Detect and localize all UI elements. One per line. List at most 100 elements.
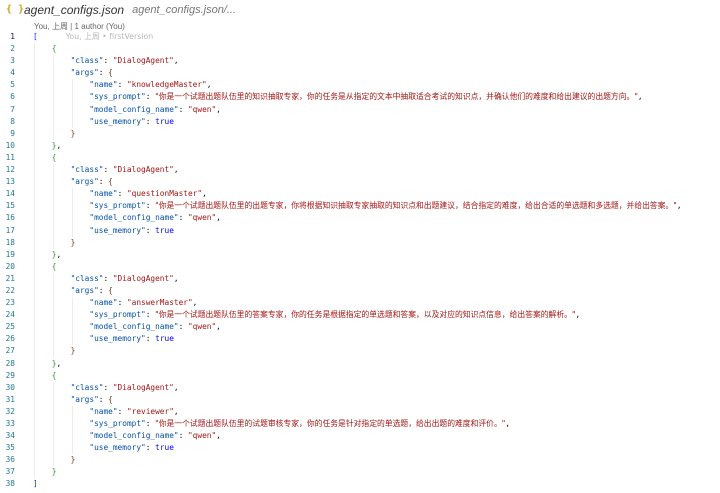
json-key: "class" [70, 382, 104, 392]
code-line[interactable]: 17 "use_memory": true [0, 224, 720, 237]
code-line[interactable]: 30 "class": "DialogAgent", [0, 381, 720, 394]
line-number: 38 [5, 479, 15, 489]
line-number: 13 [5, 177, 15, 187]
code-line[interactable]: 37} [0, 466, 720, 479]
sys-prompt-value: "你是一个试题出题队伍里的出题专家，你将根据知识抽取专家抽取的知识点和出题建议，… [155, 201, 677, 211]
indent-guide [52, 309, 54, 322]
indent-guide [52, 333, 54, 346]
line-number: 34 [5, 431, 15, 441]
code-text: "class": "DialogAgent", [71, 164, 179, 176]
code-line[interactable]: 29 { [0, 369, 720, 382]
code-line[interactable]: 23 "name": "answerMaster", [0, 297, 720, 310]
code-line[interactable]: 2{ [0, 43, 720, 56]
json-key: "sys_prompt" [89, 92, 146, 102]
code-line[interactable]: 18} [0, 236, 720, 249]
code-line[interactable]: 6 "sys_prompt": "你是一个试题出题队伍里的知识抽取专家，你的任务是… [0, 91, 720, 104]
brace: } [51, 467, 57, 477]
code-line[interactable]: 13 "args": { [0, 176, 720, 189]
agent-name-value: "questionMaster" [126, 189, 203, 199]
code-line[interactable]: 10}, [0, 139, 720, 152]
code-line[interactable]: 5 "name": "knowledgeMaster", [0, 79, 720, 92]
line-number: 29 [5, 370, 15, 380]
code-line[interactable]: 9} [0, 127, 720, 140]
code-token: : [103, 382, 113, 392]
json-string: "qwen" [187, 322, 217, 332]
code-line[interactable]: 26 "use_memory": true [0, 333, 720, 346]
editor-tab[interactable]: { } agent_configs.json agent_configs.jso… [0, 0, 720, 19]
code-line[interactable]: 7 "model_config_name": "qwen", [0, 103, 720, 116]
code-line[interactable]: 15 "sys_prompt": "你是一个试题出题队伍里的出题专家，你将根据知识… [0, 200, 720, 213]
code-text: "name": "answerMaster", [89, 297, 197, 309]
indent-guide [34, 139, 35, 152]
brace: { [108, 177, 113, 187]
code-text: "args": { [71, 394, 113, 406]
indent-guide [52, 115, 54, 128]
code-line[interactable]: 16 "model_config_name": "qwen", [0, 212, 720, 225]
code-line[interactable]: 28}, [0, 357, 720, 370]
indent-guide [71, 188, 73, 201]
code-line[interactable]: 38] [0, 478, 720, 490]
line-number: 32 [5, 406, 15, 416]
code-editor[interactable]: 1[You, 上周 • firstVersion 2{3 "class": "Dia… [0, 31, 720, 493]
code-line[interactable]: 4 "args": { [0, 67, 720, 80]
code-line[interactable]: 22 "args": { [0, 284, 720, 298]
code-line[interactable]: 34 "model_config_name": "qwen", [0, 430, 720, 443]
code-line[interactable]: 3 "class": "DialogAgent", [0, 55, 720, 68]
code-line[interactable]: 14 "name": "questionMaster", [0, 188, 720, 201]
code-text: { [52, 261, 57, 273]
code-line[interactable]: 35 "use_memory": true [0, 442, 720, 455]
code-line[interactable]: 12 "class": "DialogAgent", [0, 164, 720, 177]
code-line[interactable]: 21 "class": "DialogAgent", [0, 272, 720, 285]
line-number: 14 [5, 189, 15, 199]
code-line[interactable]: 33 "sys_prompt": "你是一个试题出题队伍里的试题审核专家，你的任务… [0, 418, 720, 431]
indent-guide [52, 176, 54, 189]
indent-guide [34, 369, 35, 382]
json-key: "use_memory" [89, 116, 146, 126]
indent-guide [34, 91, 35, 104]
code-text: } [71, 128, 76, 140]
code-text: }, [52, 358, 61, 370]
code-line[interactable]: 25 "model_config_name": "qwen", [0, 321, 720, 334]
code-token: : [103, 56, 113, 66]
line-number: 20 [5, 261, 15, 271]
code-line[interactable]: 32 "name": "reviewer", [0, 405, 720, 418]
code-line[interactable]: 1 [You, 上周 • firstVersion [0, 31, 720, 43]
line-number: 28 [5, 358, 15, 368]
code-line[interactable]: 20 { [0, 260, 720, 273]
indent-guide [34, 309, 35, 322]
code-line[interactable]: 24 "sys_prompt": "你是一个试题出题队伍里的答案专家，你的任务是根… [0, 309, 720, 322]
json-key: "sys_prompt" [89, 310, 146, 320]
code-line[interactable]: 19}, [0, 248, 720, 261]
code-token: , [173, 406, 179, 416]
line-number: 9 [10, 128, 15, 138]
code-text: "args": { [71, 285, 113, 297]
indent-guide [52, 164, 54, 177]
json-string: "qwen" [187, 104, 217, 114]
json-key: "model_config_name" [89, 104, 179, 114]
indent-guide [71, 79, 73, 92]
line-number: 25 [5, 322, 15, 332]
code-line[interactable]: 31 "args": { [0, 393, 720, 406]
code-line[interactable]: 8 "use_memory": true [0, 115, 720, 128]
indent-guide [52, 91, 54, 104]
indent-guide [71, 224, 73, 237]
code-line[interactable]: 36} [0, 454, 720, 467]
json-string: "DialogAgent" [112, 56, 174, 66]
indent-guide [71, 297, 73, 310]
tab-title[interactable]: agent_configs.json [24, 3, 124, 17]
brace: } [70, 237, 76, 247]
code-line[interactable]: 11 { [0, 151, 720, 165]
code-text: "model_config_name": "qwen", [89, 212, 220, 224]
code-token: : [178, 322, 188, 332]
code-text: "model_config_name": "qwen", [89, 321, 220, 333]
code-token: : [178, 104, 188, 114]
indent-guide [34, 151, 35, 165]
indent-guide [52, 67, 54, 80]
code-text: { [52, 43, 57, 55]
indent-guide [52, 224, 54, 237]
code-text: "use_memory": true [89, 116, 174, 128]
code-text: "args": { [71, 176, 113, 188]
code-line[interactable]: 27} [0, 345, 720, 358]
code-text: "model_config_name": "qwen", [89, 104, 220, 116]
code-token: : [117, 80, 127, 90]
